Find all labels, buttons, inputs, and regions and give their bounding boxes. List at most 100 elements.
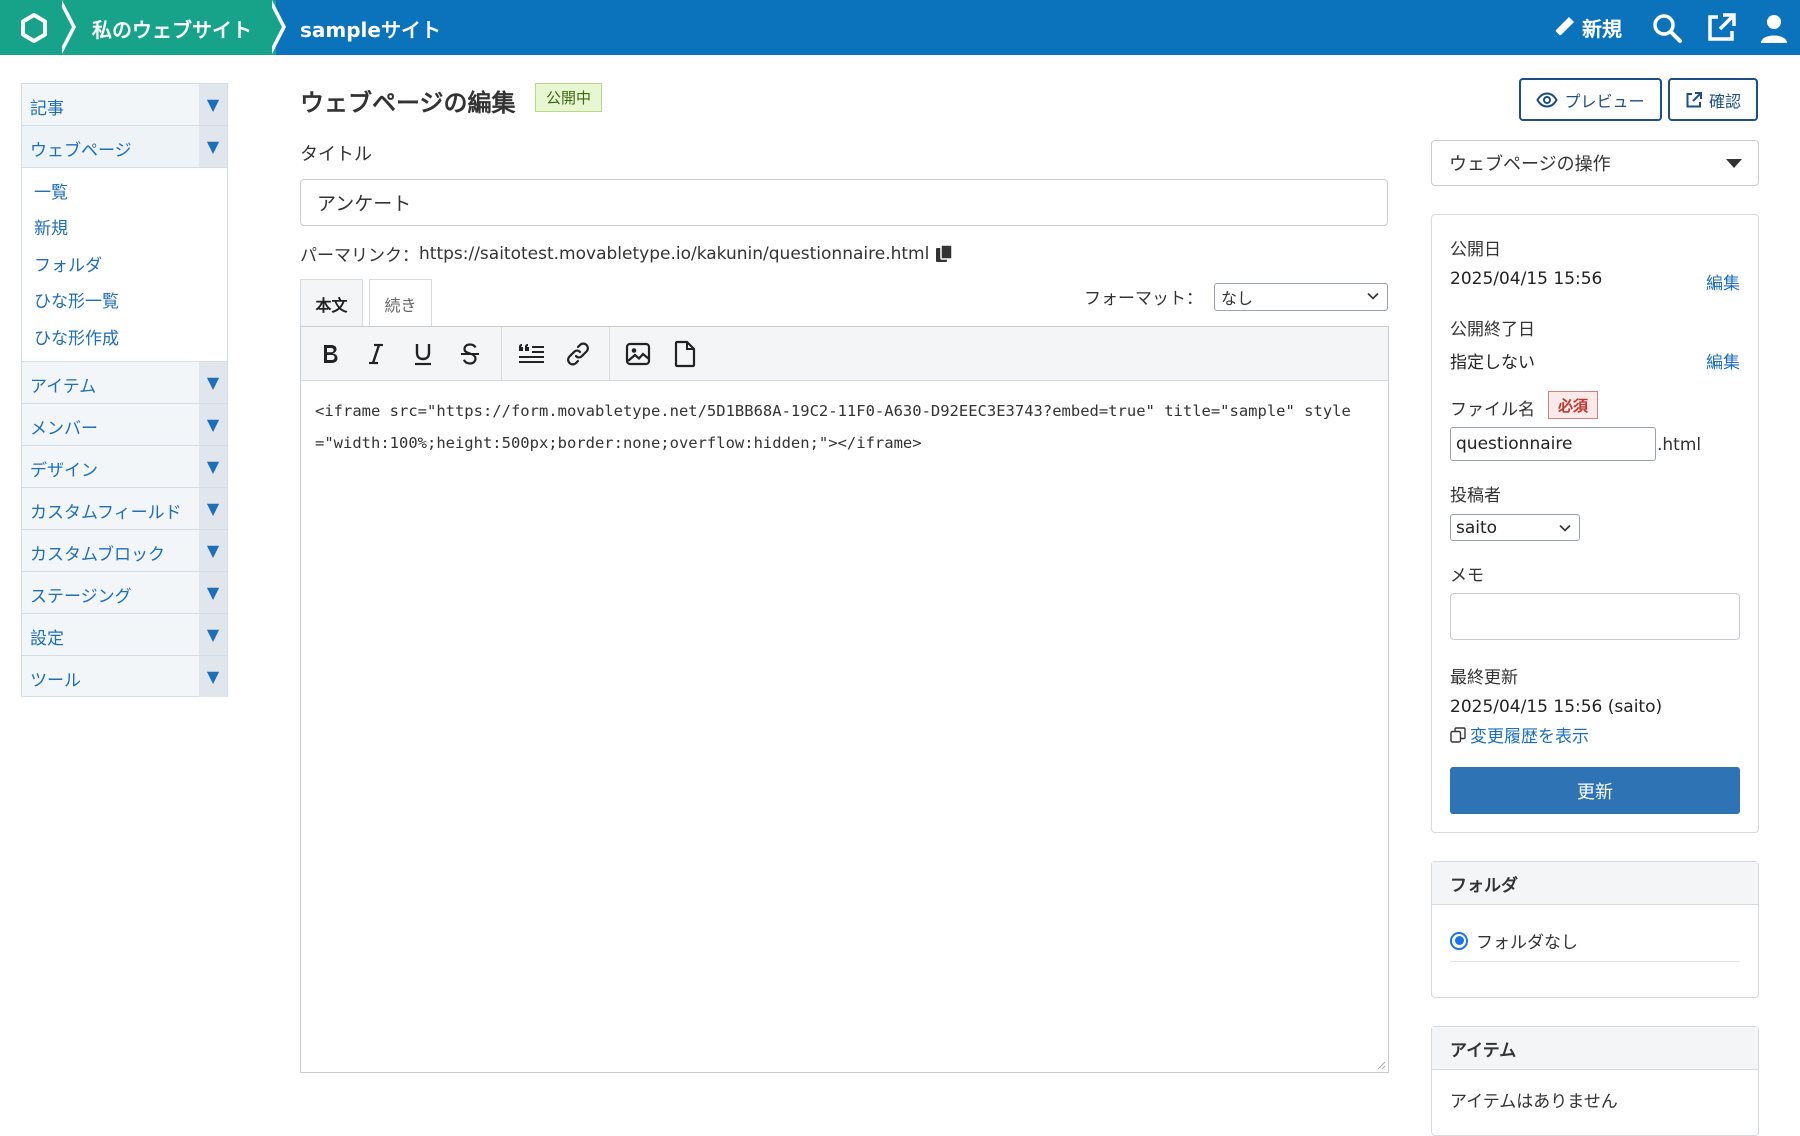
filename-extension: .html — [1657, 435, 1702, 455]
user-icon[interactable] — [1757, 11, 1791, 45]
folder-panel-title: フォルダ — [1432, 862, 1758, 905]
copy-icon[interactable] — [935, 243, 954, 264]
site-title[interactable]: sampleサイト — [300, 14, 441, 43]
sidebar: 記事 ▼ ウェブページ ▼ 一覧 新規 フォルダ ひな形一覧 ひな形作成 アイテ… — [21, 83, 228, 697]
copy-icon — [1450, 726, 1466, 743]
sidebar-item-label: カスタムブロック — [30, 544, 165, 565]
edit-publish-date-link[interactable]: 編集 — [1706, 269, 1740, 294]
bold-button[interactable] — [315, 339, 345, 369]
home-logo-icon[interactable] — [18, 12, 50, 44]
caret-down-icon[interactable]: ▼ — [199, 361, 227, 403]
tab-body[interactable]: 本文 — [300, 279, 363, 327]
submenu-folders[interactable]: フォルダ — [22, 245, 227, 282]
sidebar-item-members[interactable]: メンバー ▼ — [21, 402, 228, 445]
strikethrough-button[interactable] — [455, 339, 485, 369]
site-group-title[interactable]: 私のウェブサイト — [92, 14, 252, 43]
sidebar-item-label: ウェブページ — [30, 141, 132, 161]
search-icon[interactable] — [1650, 11, 1684, 45]
caret-down-icon[interactable]: ▼ — [199, 613, 227, 655]
sidebar-item-staging[interactable]: ステージング ▼ — [21, 570, 228, 613]
last-updated-label: 最終更新 — [1450, 668, 1518, 688]
publish-date-value: 2025/04/15 15:56 — [1450, 269, 1603, 289]
caret-down-icon[interactable]: ▼ — [199, 84, 227, 125]
sidebar-item-webpages[interactable]: ウェブページ ▼ — [21, 125, 228, 167]
body-editor[interactable]: <iframe src="https://form.movabletype.ne… — [300, 326, 1389, 1073]
chevron-down-icon — [1367, 292, 1379, 300]
format-select[interactable]: なし — [1214, 283, 1388, 311]
required-badge: 必須 — [1548, 391, 1599, 419]
caret-down-icon[interactable]: ▼ — [199, 445, 227, 487]
folder-panel: フォルダ フォルダなし — [1431, 861, 1759, 998]
caret-down-icon[interactable]: ▼ — [199, 571, 227, 613]
update-button[interactable]: 更新 — [1450, 767, 1740, 814]
pencil-icon — [1554, 17, 1574, 37]
format-value: なし — [1221, 289, 1254, 308]
editor-content[interactable]: <iframe src="https://form.movabletype.ne… — [315, 395, 1368, 459]
submenu-new[interactable]: 新規 — [22, 209, 227, 246]
image-icon — [625, 342, 651, 366]
memo-input[interactable] — [1450, 593, 1740, 640]
submenu-create-template[interactable]: ひな形作成 — [22, 318, 227, 355]
caret-down-icon[interactable]: ▼ — [199, 403, 227, 445]
end-date-label: 公開終了日 — [1450, 320, 1535, 340]
page-actions-select[interactable]: ウェブページの操作 — [1431, 140, 1759, 186]
link-button[interactable] — [563, 339, 593, 369]
permalink: パーマリンク： https://saitotest.movabletype.io… — [300, 241, 954, 266]
blockquote-button[interactable] — [516, 339, 546, 369]
file-icon — [674, 340, 696, 368]
radio-button[interactable] — [1450, 931, 1468, 950]
end-date-value: 指定しない — [1450, 353, 1535, 373]
insert-image-button[interactable] — [623, 339, 653, 369]
chevron-down-icon — [1559, 524, 1571, 532]
folder-option[interactable]: フォルダなし — [1450, 928, 1578, 953]
confirm-button[interactable]: 確認 — [1668, 78, 1758, 121]
sidebar-item-custom-fields[interactable]: カスタムフィールド ▼ — [21, 486, 228, 529]
underline-button[interactable] — [408, 339, 438, 369]
memo-label: メモ — [1450, 566, 1484, 586]
submenu-list[interactable]: 一覧 — [22, 172, 227, 209]
revision-history-link[interactable]: 変更履歴を表示 — [1450, 722, 1589, 747]
last-updated-value: 2025/04/15 15:56 (saito) — [1450, 697, 1663, 717]
preview-button[interactable]: プレビュー — [1519, 78, 1662, 121]
revision-history-label: 変更履歴を表示 — [1470, 727, 1589, 747]
blockquote-icon — [519, 344, 544, 363]
caret-down-icon[interactable]: ▼ — [199, 487, 227, 529]
resize-grip-icon[interactable] — [1376, 1060, 1386, 1070]
divider — [1450, 961, 1740, 962]
new-button[interactable]: 新規 — [1550, 12, 1622, 42]
page-title: ウェブページの編集 — [300, 89, 516, 117]
actions-select-value: ウェブページの操作 — [1449, 154, 1611, 175]
sidebar-item-custom-blocks[interactable]: カスタムブロック ▼ — [21, 528, 228, 571]
submenu-templates[interactable]: ひな形一覧 — [22, 282, 227, 319]
strikethrough-icon — [461, 343, 479, 365]
insert-file-button[interactable] — [670, 339, 700, 369]
edit-end-date-link[interactable]: 編集 — [1706, 348, 1740, 373]
caret-down-icon — [1726, 159, 1742, 168]
webpages-submenu: 一覧 新規 フォルダ ひな形一覧 ひな形作成 — [21, 167, 228, 361]
title-input[interactable]: アンケート — [300, 179, 1388, 226]
caret-down-icon[interactable]: ▼ — [199, 655, 227, 697]
filename-label: ファイル名 — [1450, 400, 1535, 420]
sidebar-item-label: ステージング — [30, 586, 132, 607]
caret-down-icon[interactable]: ▼ — [199, 126, 227, 167]
publish-panel: 公開日 2025/04/15 15:56 編集 公開終了日 指定しない 編集 フ… — [1431, 214, 1759, 833]
link-icon — [567, 342, 589, 366]
tab-more[interactable]: 続き — [369, 279, 432, 327]
toolbar-separator — [501, 327, 502, 381]
new-label: 新規 — [1582, 16, 1622, 41]
folder-option-label: フォルダなし — [1476, 933, 1578, 953]
external-link-icon[interactable] — [1704, 11, 1738, 45]
format-label: フォーマット： — [1084, 289, 1203, 309]
sidebar-item-label: メンバー — [30, 418, 98, 439]
sidebar-item-entries[interactable]: 記事 ▼ — [21, 83, 228, 125]
italic-button[interactable] — [361, 339, 391, 369]
sidebar-item-design[interactable]: デザイン ▼ — [21, 444, 228, 487]
author-value: saito — [1456, 517, 1498, 538]
sidebar-item-settings[interactable]: 設定 ▼ — [21, 612, 228, 655]
sidebar-item-assets[interactable]: アイテム ▼ — [21, 360, 228, 403]
sidebar-item-tools[interactable]: ツール ▼ — [21, 654, 228, 697]
caret-down-icon[interactable]: ▼ — [199, 529, 227, 571]
filename-input[interactable]: questionnaire — [1450, 427, 1656, 461]
publish-date-label: 公開日 — [1450, 240, 1501, 260]
author-select[interactable]: saito — [1450, 514, 1580, 541]
